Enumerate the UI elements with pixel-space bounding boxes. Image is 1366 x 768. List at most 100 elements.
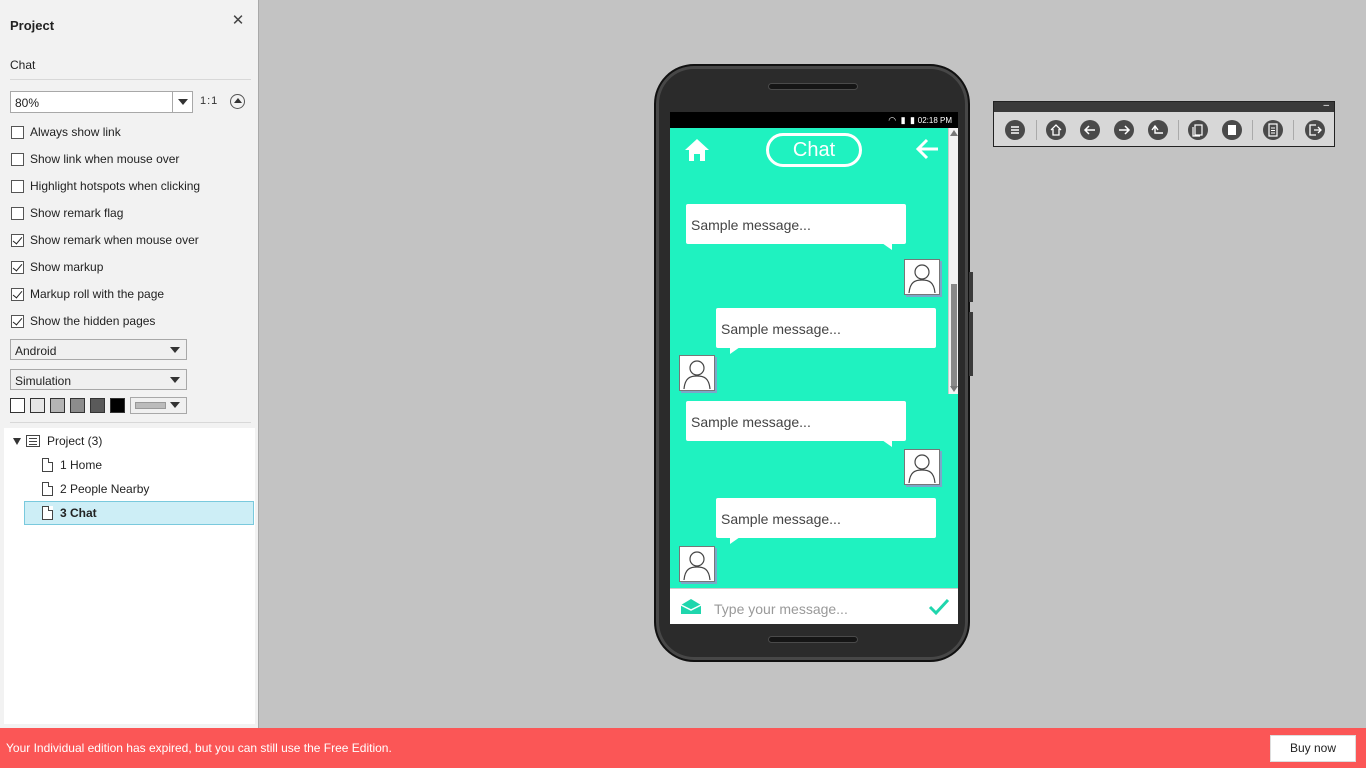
option-label: Always show link [30, 125, 121, 139]
project-panel: Project ✕ Chat 80% 1:1 Always show link … [0, 0, 259, 728]
toolbar-title-bar[interactable]: – [994, 101, 1334, 112]
avatar[interactable] [904, 259, 940, 295]
checkbox-checked[interactable] [11, 260, 24, 274]
signal-wifi-battery-icon: ◠ ▮ ▮ [888, 115, 916, 125]
checkmark-send-icon[interactable] [928, 598, 950, 616]
user-avatar-icon [908, 454, 936, 484]
bg-swatch-black[interactable] [110, 398, 125, 413]
scroll-up-arrow-icon[interactable] [950, 130, 958, 136]
message-bubble: Sample message... [686, 401, 906, 447]
option-label: Highlight hotspots when clicking [30, 179, 201, 193]
message-bubble: Sample message... [716, 308, 936, 354]
color-preview [135, 402, 166, 409]
checkbox[interactable] [11, 206, 24, 220]
user-avatar-icon [683, 551, 711, 581]
page-tree: Project (3) 1 Home 2 People Nearby 3 Cha… [4, 428, 255, 724]
device-select[interactable]: Android [10, 339, 187, 360]
screen-scrollbar[interactable] [948, 128, 958, 394]
message-bubble: Sample message... [686, 204, 906, 250]
message-input-bar[interactable]: Type your message... [670, 588, 958, 624]
home-icon[interactable] [684, 138, 710, 162]
pages-icon[interactable] [1222, 120, 1242, 140]
bg-swatch-light[interactable] [30, 398, 45, 413]
status-time: 02:18 PM [917, 116, 952, 125]
header-title: Chat [766, 133, 862, 167]
zoom-combobox[interactable]: 80% [10, 91, 193, 113]
tree-page-people-nearby[interactable]: 2 People Nearby [42, 478, 242, 500]
message-text: Sample message... [691, 414, 811, 430]
option-show-remark-flag[interactable]: Show remark flag [11, 206, 123, 220]
checkbox[interactable] [11, 179, 24, 193]
checkbox-checked[interactable] [11, 233, 24, 247]
open-mail-icon[interactable] [680, 599, 702, 615]
zoom-dropdown-button[interactable] [172, 92, 192, 112]
checkbox[interactable] [11, 152, 24, 166]
status-bar: ◠ ▮ ▮ 02:18 PM [670, 112, 958, 128]
toolbar-separator [1252, 120, 1253, 140]
page-icon [42, 506, 53, 520]
option-show-link-mouse-over[interactable]: Show link when mouse over [11, 152, 179, 166]
tree-root-project[interactable]: Project (3) [6, 430, 246, 452]
arrow-left-icon[interactable] [1080, 120, 1100, 140]
exit-icon[interactable] [1305, 120, 1325, 140]
option-show-remark-mouse-over[interactable]: Show remark when mouse over [11, 233, 199, 247]
custom-color-dropdown[interactable] [130, 397, 187, 414]
checkbox[interactable] [11, 125, 24, 139]
tree-page-label: 3 Chat [60, 506, 97, 520]
avatar[interactable] [679, 355, 715, 391]
bg-swatch-white[interactable] [10, 398, 25, 413]
option-show-hidden-pages[interactable]: Show the hidden pages [11, 314, 155, 328]
chevron-down-icon [170, 347, 180, 353]
option-markup-roll[interactable]: Markup roll with the page [11, 287, 164, 301]
return-icon[interactable] [1148, 120, 1168, 140]
menu-icon[interactable] [1005, 120, 1025, 140]
message-bubble: Sample message... [716, 498, 936, 544]
document-icon[interactable] [1263, 120, 1283, 140]
arrow-right-icon[interactable] [1114, 120, 1134, 140]
close-panel-icon[interactable]: ✕ [231, 13, 245, 28]
option-show-markup[interactable]: Show markup [11, 260, 103, 274]
checkbox-checked[interactable] [11, 287, 24, 301]
option-label: Show remark when mouse over [30, 233, 199, 247]
scroll-down-arrow-icon[interactable] [950, 386, 958, 392]
user-avatar-icon [683, 360, 711, 390]
toolbar-separator [1178, 120, 1179, 140]
tree-page-label: 2 People Nearby [60, 482, 150, 496]
buy-now-button[interactable]: Buy now [1270, 735, 1356, 762]
actual-size-button[interactable]: 1:1 [200, 95, 218, 107]
device-select-value: Android [15, 344, 57, 358]
back-arrow-icon[interactable] [916, 138, 940, 160]
option-always-show-link[interactable]: Always show link [11, 125, 121, 139]
minimize-icon[interactable]: – [1323, 101, 1329, 111]
bg-swatch-gray[interactable] [70, 398, 85, 413]
bubble-tail [730, 347, 740, 354]
message-input-placeholder[interactable]: Type your message... [714, 601, 848, 617]
option-highlight-hotspots[interactable]: Highlight hotspots when clicking [11, 179, 200, 193]
message-text: Sample message... [721, 511, 841, 527]
chat-header: Chat [670, 128, 948, 172]
mode-select-value: Simulation [15, 374, 72, 388]
collapse-up-icon[interactable] [230, 94, 245, 109]
chevron-down-icon [170, 377, 180, 383]
power-button [969, 272, 973, 302]
bg-swatch-dark[interactable] [90, 398, 105, 413]
mode-select[interactable]: Simulation [10, 369, 187, 390]
chevron-down-icon [178, 99, 188, 105]
scroll-thumb[interactable] [951, 284, 957, 388]
home-icon[interactable] [1046, 120, 1066, 140]
tree-page-chat[interactable]: 3 Chat [24, 501, 254, 525]
divider [10, 79, 251, 80]
expand-triangle-icon[interactable] [13, 438, 21, 445]
bubble-tail [882, 243, 892, 250]
navigation-toolbar: – [993, 101, 1335, 147]
tree-page-home[interactable]: 1 Home [42, 454, 242, 476]
option-label: Show the hidden pages [30, 314, 156, 328]
avatar[interactable] [904, 449, 940, 485]
page-copy-icon[interactable] [1188, 120, 1208, 140]
bg-swatch-silver[interactable] [50, 398, 65, 413]
chevron-down-icon [170, 402, 180, 408]
message-text: Sample message... [721, 321, 841, 337]
avatar[interactable] [679, 546, 715, 582]
checkbox-checked[interactable] [11, 314, 24, 328]
bubble-tail [730, 537, 740, 544]
